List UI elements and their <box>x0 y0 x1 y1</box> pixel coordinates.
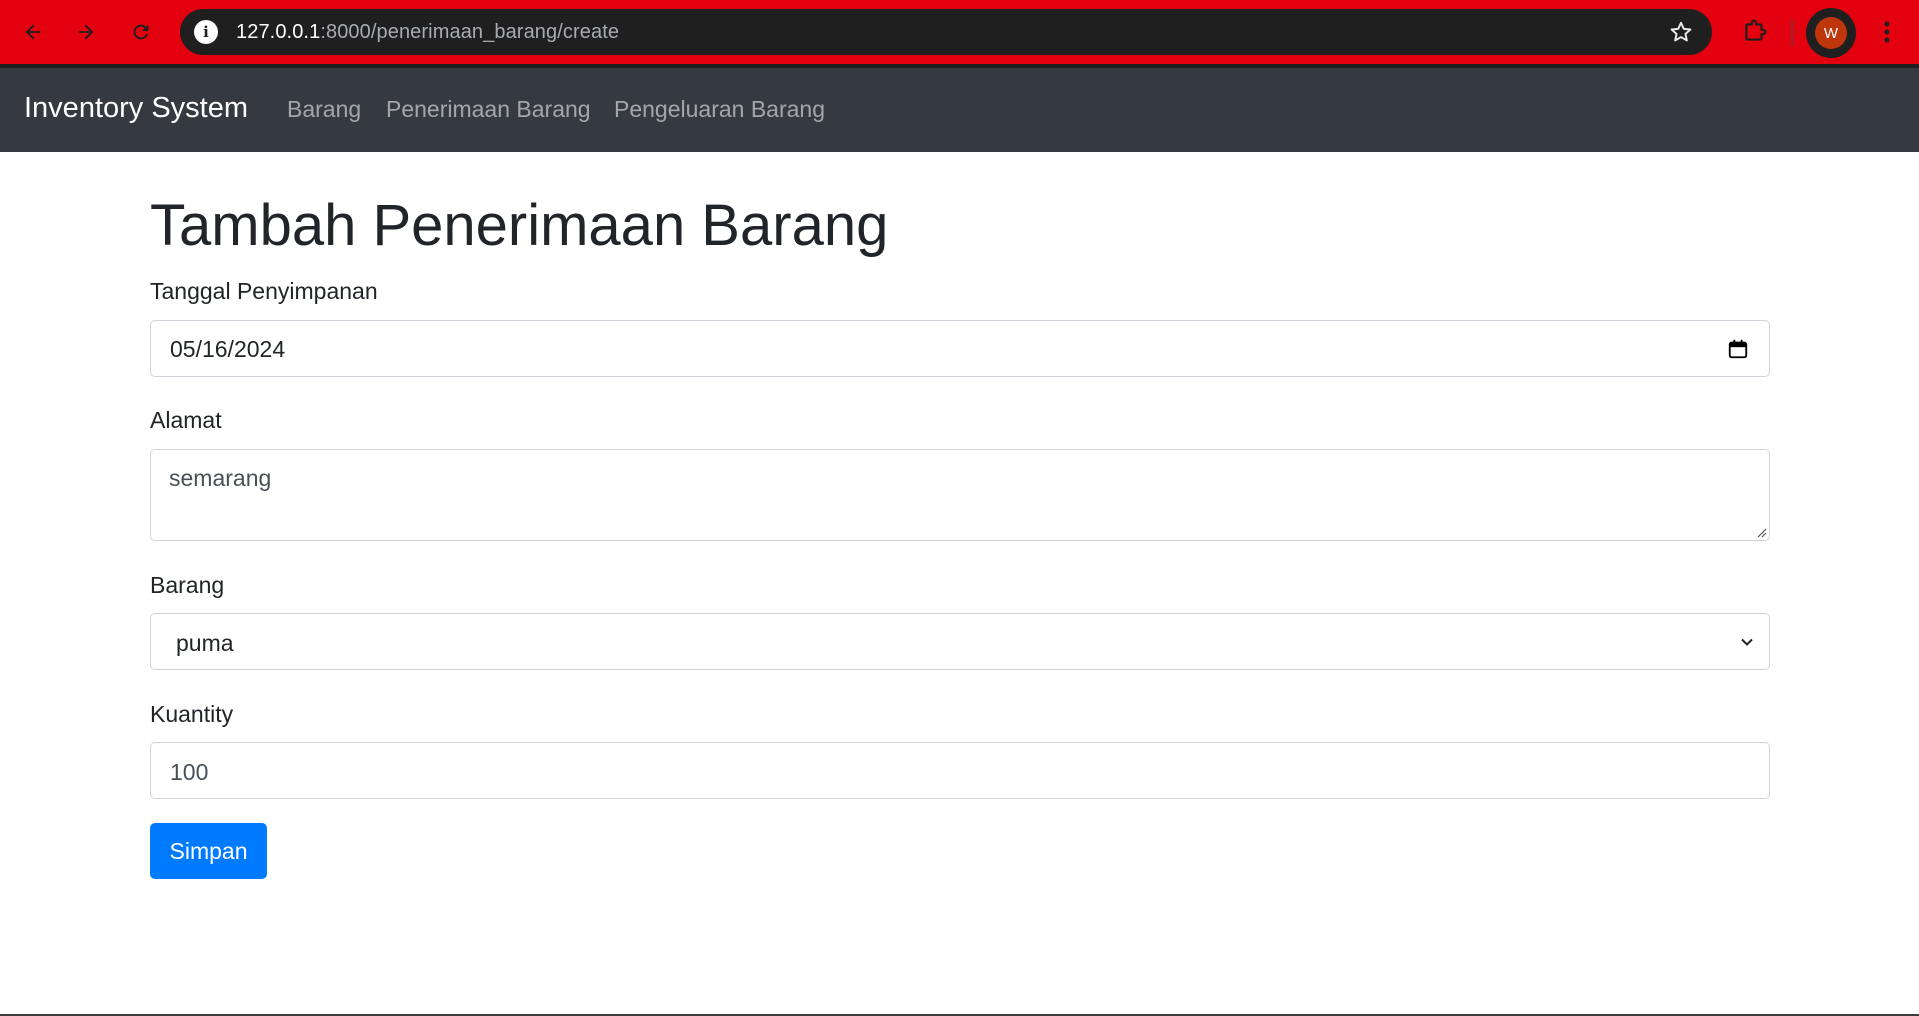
barang-selected-value: puma <box>176 630 234 656</box>
url-path: :8000/penerimaan_barang/create <box>320 21 620 43</box>
tanggal-date-input[interactable]: 05/16/2024 <box>150 320 1770 377</box>
reload-icon <box>133 24 149 40</box>
puzzle-icon <box>1745 19 1767 41</box>
more-vertical-icon <box>1884 21 1890 43</box>
profile-button[interactable]: W <box>1806 8 1856 58</box>
url-host: 127.0.0.1 <box>236 21 321 43</box>
reload-button[interactable] <box>121 12 161 52</box>
back-button[interactable] <box>13 12 53 52</box>
simpan-button[interactable]: Simpan <box>150 823 267 879</box>
alamat-value: semarang <box>169 465 272 491</box>
forward-button[interactable] <box>66 12 106 52</box>
browser-menu-button[interactable] <box>1872 14 1902 50</box>
kuantity-label: Kuantity <box>150 701 234 727</box>
tanggal-label: Tanggal Penyimpanan <box>150 278 378 304</box>
page-title: Tambah Penerimaan Barang <box>150 193 889 258</box>
site-info-icon[interactable]: i <box>194 20 218 44</box>
barang-select[interactable]: puma <box>150 613 1770 670</box>
toolbar-divider <box>1791 20 1793 46</box>
avatar: W <box>1815 17 1847 49</box>
kuantity-input[interactable]: 100 <box>150 742 1770 799</box>
tanggal-value: 05/16/2024 <box>170 336 286 362</box>
url-text[interactable]: 127.0.0.1:8000/penerimaan_barang/create <box>236 21 619 44</box>
extensions-button[interactable] <box>1737 14 1773 50</box>
calendar-icon[interactable] <box>1727 338 1749 360</box>
arrow-right-icon <box>78 24 94 40</box>
alamat-textarea[interactable]: semarang <box>150 449 1770 541</box>
navbar: Inventory System Barang Penerimaan Baran… <box>0 68 1919 152</box>
kuantity-value: 100 <box>170 759 209 785</box>
alamat-label: Alamat <box>150 407 222 433</box>
address-bar[interactable]: i 127.0.0.1:8000/penerimaan_barang/creat… <box>180 9 1712 55</box>
barang-label: Barang <box>150 572 225 598</box>
nav-link-penerimaan-barang[interactable]: Penerimaan Barang <box>386 96 591 123</box>
chevron-down-icon <box>1741 638 1753 646</box>
bookmark-star-icon[interactable] <box>1668 19 1694 45</box>
resize-grip-icon[interactable] <box>1755 526 1767 538</box>
browser-toolbar: i 127.0.0.1:8000/penerimaan_barang/creat… <box>0 0 1919 66</box>
nav-link-barang[interactable]: Barang <box>287 96 361 123</box>
nav-link-pengeluaran-barang[interactable]: Pengeluaran Barang <box>614 96 825 123</box>
navbar-brand[interactable]: Inventory System <box>24 92 248 125</box>
arrow-left-icon <box>25 24 41 40</box>
